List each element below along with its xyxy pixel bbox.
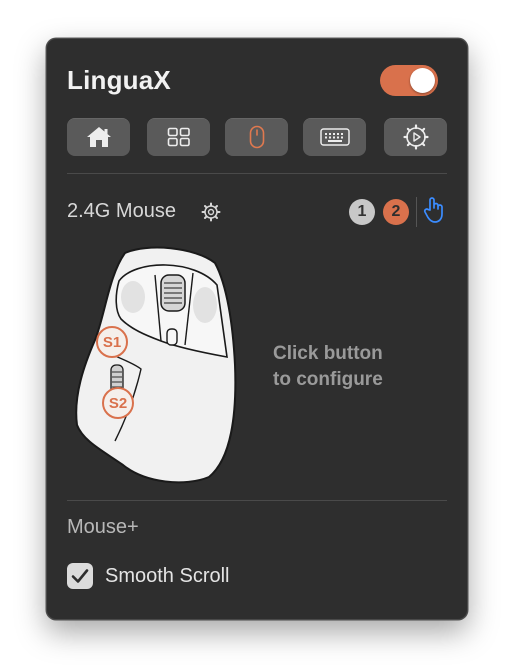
pointer-hand-icon[interactable]: [422, 196, 446, 224]
enable-toggle[interactable]: [380, 65, 438, 96]
mouse-diagram: [75, 246, 237, 484]
side-button-s2[interactable]: S2: [102, 387, 134, 419]
tab-settings[interactable]: [384, 118, 447, 156]
divider-top: [67, 173, 447, 174]
checkmark-icon: [71, 569, 89, 583]
smooth-scroll-checkbox[interactable]: [67, 563, 93, 589]
s1-label: S1: [102, 333, 122, 351]
hint-line-1: Click button: [273, 343, 383, 364]
smooth-scroll-label: Smooth Scroll: [105, 565, 230, 587]
tab-mouse[interactable]: [225, 118, 288, 156]
tab-grid[interactable]: [147, 118, 210, 156]
home-icon: [86, 127, 111, 147]
divider-bottom: [67, 500, 447, 501]
hint-line-2: to configure: [273, 369, 383, 390]
mouse-icon: [249, 125, 264, 149]
tab-keyboard[interactable]: [303, 118, 366, 156]
grid-icon: [167, 127, 190, 147]
configure-hint: Click button to configure: [273, 341, 423, 393]
toggle-knob: [410, 68, 435, 93]
app-title: LinguaX: [67, 65, 171, 95]
keyboard-icon: [319, 128, 350, 146]
device-settings-icon[interactable]: [201, 202, 221, 222]
tab-home[interactable]: [67, 118, 130, 156]
slot-2-badge[interactable]: 2: [383, 199, 409, 225]
gear-icon: [402, 124, 429, 150]
vertical-divider: [416, 197, 417, 227]
slot-1-badge[interactable]: 1: [349, 199, 375, 225]
device-name: 2.4G Mouse: [67, 200, 176, 222]
mouse-plus-title: Mouse+: [67, 516, 139, 538]
s2-label: S2: [108, 394, 128, 412]
side-button-s1[interactable]: S1: [96, 326, 128, 358]
app-panel: LinguaX 2.4G Mouse 1 2 S1 S2 Click butto…: [46, 38, 468, 620]
